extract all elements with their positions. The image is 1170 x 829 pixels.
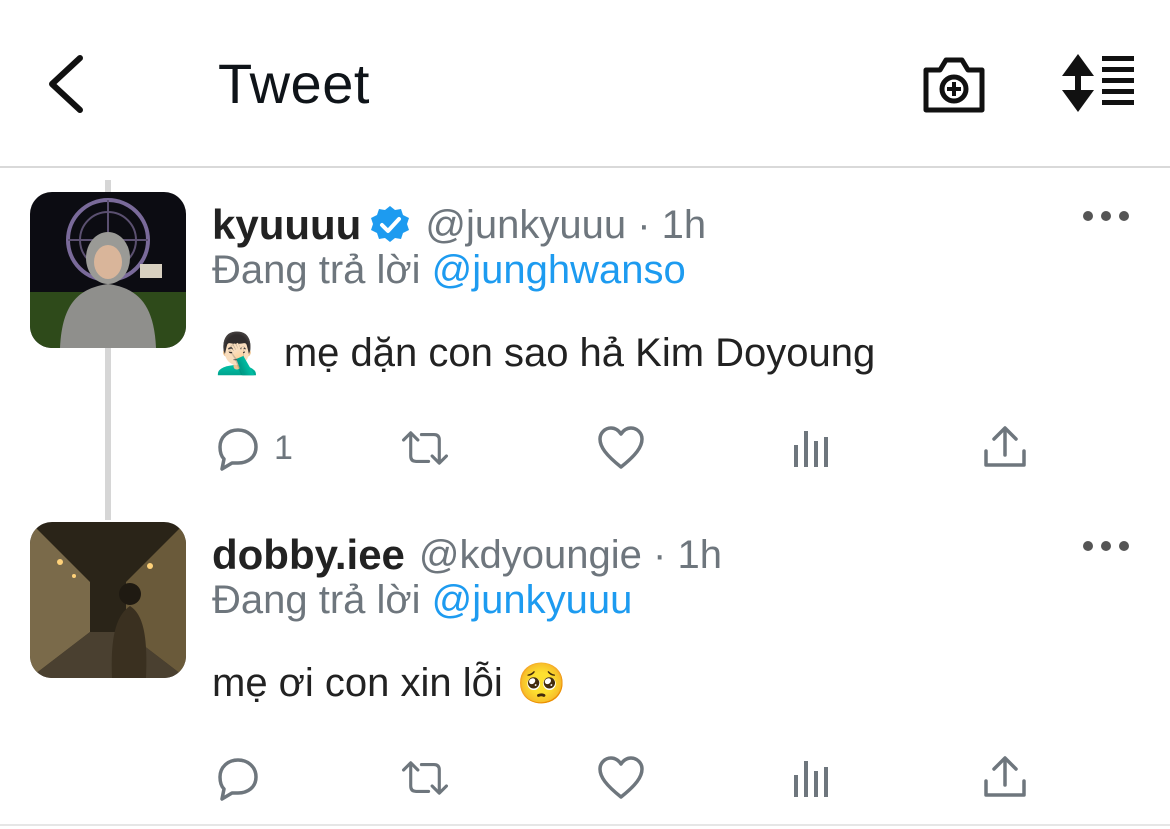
- tweet-text: mẹ ơi con xin lỗi 🥺: [212, 660, 567, 707]
- pleading-face-emoji: 🥺: [516, 662, 567, 706]
- heart-icon: [598, 426, 644, 469]
- tweet-actions: 1: [212, 418, 1072, 478]
- bar-chart-icon: [794, 761, 828, 797]
- handle-meta: @junkyuuu · 1h: [425, 203, 706, 248]
- avatar[interactable]: [30, 522, 186, 678]
- tweet[interactable]: dobby.iee @kdyoungie · 1h Đang trả lời @…: [0, 500, 1170, 826]
- share-icon: [984, 426, 1026, 467]
- camera-add-icon: [923, 57, 985, 113]
- retweet-button[interactable]: [400, 748, 450, 808]
- replying-to-label: Đang trả lời: [212, 248, 421, 292]
- replying-to-mention[interactable]: @junkyuuu: [432, 578, 633, 622]
- tweet-body: mẹ dặn con sao hả Kim Doyoung: [283, 331, 876, 375]
- bar-chart-icon: [794, 431, 828, 467]
- reply-count: 1: [274, 428, 293, 467]
- display-name[interactable]: dobby.iee: [212, 531, 405, 579]
- replying-to-mention[interactable]: @junghwanso: [432, 248, 686, 292]
- share-icon: [984, 756, 1026, 797]
- tweet-header: dobby.iee @kdyoungie · 1h: [212, 530, 722, 580]
- tweet-header: kyuuuu @junkyuuu · 1h: [212, 200, 706, 250]
- retweet-icon: [402, 761, 448, 795]
- facepalm-emoji: 🤦🏻‍♂️: [212, 332, 262, 376]
- display-name[interactable]: kyuuuu: [212, 201, 361, 249]
- avatar-image: [30, 522, 186, 678]
- sort-button[interactable]: [1058, 52, 1138, 114]
- share-button[interactable]: [980, 418, 1030, 478]
- analytics-button[interactable]: [788, 418, 838, 478]
- timestamp[interactable]: 1h: [662, 203, 707, 247]
- like-button[interactable]: [596, 418, 646, 478]
- handle-meta: @kdyoungie · 1h: [419, 533, 722, 578]
- more-options-button[interactable]: [1080, 534, 1132, 558]
- heart-icon: [598, 756, 644, 799]
- reply-button[interactable]: 1: [212, 418, 293, 478]
- avatar-image: [30, 192, 186, 348]
- separator-dot: ·: [653, 532, 667, 577]
- chevron-left-icon: [49, 55, 83, 113]
- replying-to-label: Đang trả lời: [212, 578, 421, 622]
- timestamp[interactable]: 1h: [677, 533, 722, 577]
- reply-icon: [218, 428, 258, 471]
- camera-button[interactable]: [920, 52, 988, 116]
- tweet-text: 🤦🏻‍♂️ mẹ dặn con sao hả Kim Doyoung: [212, 330, 875, 377]
- page-title: Tweet: [218, 52, 370, 115]
- share-button[interactable]: [980, 748, 1030, 808]
- more-options-button[interactable]: [1080, 204, 1132, 228]
- divider: [0, 824, 1170, 826]
- tweet-body: mẹ ơi con xin lỗi: [212, 661, 503, 705]
- analytics-button[interactable]: [788, 748, 838, 808]
- replying-to: Đang trả lời @junghwanso: [212, 248, 686, 293]
- handle[interactable]: @junkyuuu: [425, 203, 626, 247]
- sort-order-icon: [1062, 54, 1134, 112]
- separator-dot: ·: [637, 202, 651, 247]
- more-dots-icon: [1083, 211, 1129, 221]
- tweet[interactable]: kyuuuu @junkyuuu · 1h Đang trả lời @jung…: [0, 170, 1170, 500]
- tweet-actions: [212, 748, 1072, 808]
- handle[interactable]: @kdyoungie: [419, 533, 642, 577]
- back-button[interactable]: [38, 52, 98, 116]
- like-button[interactable]: [596, 748, 646, 808]
- avatar[interactable]: [30, 192, 186, 348]
- retweet-button[interactable]: [400, 418, 450, 478]
- more-dots-icon: [1083, 541, 1129, 551]
- reply-icon: [218, 758, 258, 801]
- verified-badge-icon: [371, 206, 410, 242]
- retweet-icon: [402, 431, 448, 465]
- replying-to: Đang trả lời @junkyuuu: [212, 578, 632, 623]
- top-bar: Tweet: [0, 0, 1170, 168]
- reply-button[interactable]: [212, 748, 274, 808]
